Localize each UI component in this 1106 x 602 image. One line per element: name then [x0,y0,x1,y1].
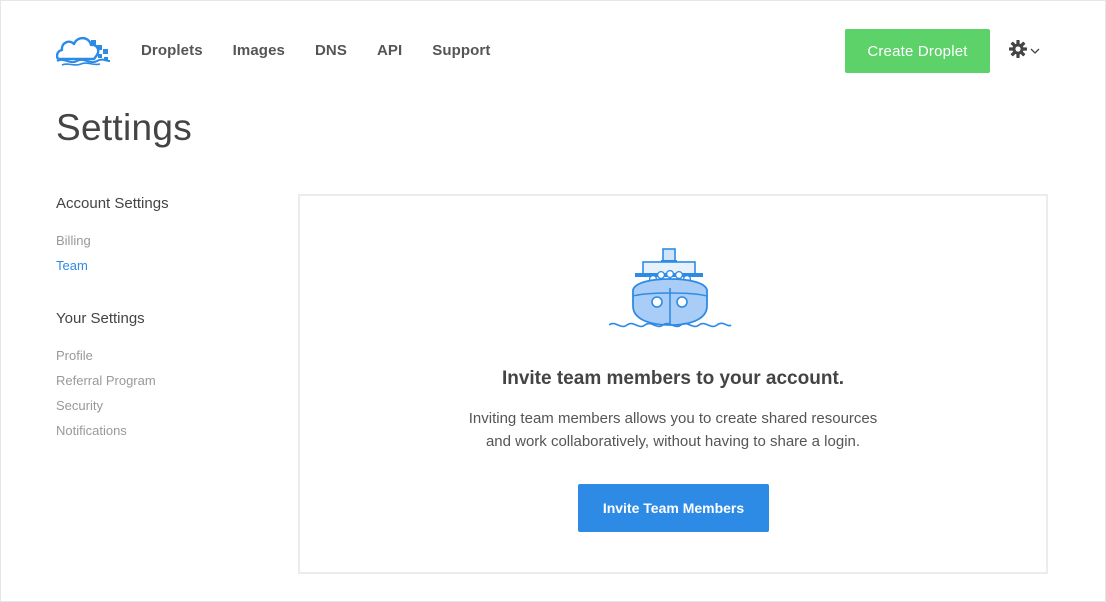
create-droplet-button[interactable]: Create Droplet [845,29,990,73]
page-title: Settings [56,107,193,148]
panel-description-line-2: and work collaboratively, without having… [485,433,861,450]
nav-dns[interactable]: DNS [315,42,347,60]
panel-description: Inviting team members allows you to crea… [300,407,1046,453]
ship-illustration-icon [608,246,733,330]
panel-heading: Invite team members to your account. [501,368,845,389]
chevron-down-icon [1030,42,1040,60]
top-header: Droplets Images DNS API Support Create D… [1,1,1106,101]
invite-team-panel: Invite team members to your account. Inv… [298,194,1048,574]
sidebar-heading-account-settings: Account Settings [56,195,169,212]
invite-team-members-button[interactable]: Invite Team Members [578,484,769,532]
nav-support[interactable]: Support [432,42,490,60]
brand-logo-icon[interactable] [55,33,112,67]
settings-sidebar: Account Settings Billing Team Your Setti… [56,195,276,439]
panel-description-line-1: Inviting team members allows you to crea… [468,410,878,427]
settings-menu[interactable] [1008,39,1044,64]
sidebar-item-security[interactable]: Security [56,398,276,414]
sidebar-item-notifications[interactable]: Notifications [56,423,276,439]
app-frame: Droplets Images DNS API Support Create D… [0,0,1106,602]
nav-images[interactable]: Images [233,42,285,60]
sidebar-item-team[interactable]: Team [56,258,276,274]
main-nav: Droplets Images DNS API Support [141,42,520,60]
nav-droplets[interactable]: Droplets [141,42,203,60]
sidebar-item-profile[interactable]: Profile [56,348,276,364]
sidebar-heading-your-settings: Your Settings [56,310,145,327]
nav-api[interactable]: API [377,42,402,60]
sidebar-item-billing[interactable]: Billing [56,233,276,249]
sidebar-item-referral-program[interactable]: Referral Program [56,373,276,389]
gear-icon [1008,39,1028,64]
